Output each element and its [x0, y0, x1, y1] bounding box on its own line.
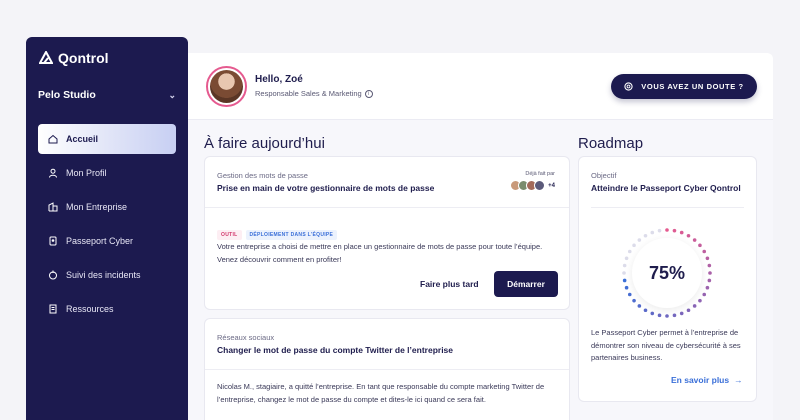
task-title: Changer le mot de passe du compte Twitte…: [217, 345, 454, 355]
app-name: Qontrol: [58, 50, 109, 66]
doubt-button[interactable]: VOUS AVEZ UN DOUTE ?: [611, 74, 757, 99]
divider: [205, 369, 569, 370]
task-card: Gestion des mots de passe Prise en main …: [204, 156, 570, 310]
avatar-image: [210, 70, 243, 103]
help-icon: [624, 82, 633, 91]
sidebar-item-label: Ressources: [66, 304, 114, 314]
user-role: Responsable Sales & Marketing i: [255, 89, 373, 98]
start-button[interactable]: Démarrer: [494, 271, 558, 297]
main-content: Hello, Zoé Responsable Sales & Marketing…: [188, 53, 773, 420]
avatar: [534, 180, 546, 191]
user-role-label: Responsable Sales & Marketing: [255, 89, 362, 98]
task-description: Votre entreprise a choisi de mettre en p…: [217, 242, 543, 264]
header: Hello, Zoé Responsable Sales & Marketing…: [188, 53, 773, 120]
alert-icon: [48, 270, 58, 280]
learn-more-link[interactable]: En savoir plus →: [671, 375, 743, 385]
task-card: Réseaux sociaux Changer le mot de passe …: [204, 318, 570, 420]
info-icon[interactable]: i: [364, 89, 373, 98]
roadmap-card: Objectif Atteindre le Passeport Cyber Qo…: [578, 156, 757, 402]
logo-icon: [39, 51, 53, 64]
task-category: Réseaux sociaux: [217, 333, 275, 342]
book-icon: [48, 304, 58, 314]
building-icon: [48, 202, 58, 212]
badge-tool: OUTIL: [217, 230, 242, 240]
done-by-more: +4: [548, 182, 555, 189]
sidebar-item-accueil[interactable]: Accueil: [38, 124, 176, 154]
sidebar: Qontrol Pelo Studio ⌄ Accueil Mon Profil…: [26, 37, 188, 420]
passport-icon: [48, 236, 58, 246]
user-icon: [48, 168, 58, 178]
divider: [591, 207, 744, 208]
greeting: Hello, Zoé: [255, 74, 303, 85]
roadmap-description: Le Passeport Cyber permet à l’entreprise…: [591, 328, 741, 362]
sidebar-item-suivi-incidents[interactable]: Suivi des incidents: [38, 260, 176, 290]
sidebar-item-mon-entreprise[interactable]: Mon Entreprise: [38, 192, 176, 222]
org-selector[interactable]: Pelo Studio ⌄: [38, 89, 176, 101]
done-by-label: Déjà fait par: [525, 171, 555, 177]
sidebar-nav: Accueil Mon Profil Mon Entreprise Passep…: [38, 124, 176, 328]
learn-more-label: En savoir plus: [671, 375, 730, 385]
task-category: Gestion des mots de passe: [217, 171, 308, 180]
progress-gauge: 75%: [617, 223, 717, 323]
objective-label: Objectif: [591, 171, 617, 180]
badges: OUTIL DÉPLOIEMENT DANS L'ÉQUIPE: [217, 223, 338, 241]
app-logo[interactable]: Qontrol: [39, 50, 109, 66]
sidebar-item-passeport-cyber[interactable]: Passeport Cyber: [38, 226, 176, 256]
done-by-avatars: +4: [510, 180, 555, 191]
today-title: À faire aujourd’hui: [204, 135, 325, 152]
done-by: Déjà fait par +4: [510, 171, 555, 191]
badge-deployment: DÉPLOIEMENT DANS L'ÉQUIPE: [245, 230, 338, 240]
sidebar-item-label: Accueil: [66, 134, 99, 144]
doubt-button-label: VOUS AVEZ UN DOUTE ?: [641, 82, 744, 91]
org-name: Pelo Studio: [38, 89, 96, 101]
arrow-right-icon: →: [734, 375, 743, 385]
sidebar-item-mon-profil[interactable]: Mon Profil: [38, 158, 176, 188]
sidebar-item-ressources[interactable]: Ressources: [38, 294, 176, 324]
later-button[interactable]: Faire plus tard: [420, 279, 479, 289]
sidebar-item-label: Suivi des incidents: [66, 270, 141, 280]
roadmap-title: Roadmap: [578, 135, 644, 152]
divider: [205, 207, 569, 208]
sidebar-item-label: Passeport Cyber: [66, 236, 134, 246]
task-title: Prise en main de votre gestionnaire de m…: [217, 183, 435, 193]
home-icon: [48, 134, 58, 144]
progress-value: 75%: [648, 262, 686, 283]
task-description: Nicolas M., stagiaire, a quitté l’entrep…: [217, 382, 545, 404]
sidebar-item-label: Mon Profil: [66, 168, 107, 178]
objective-title: Atteindre le Passeport Cyber Qontrol: [591, 183, 741, 193]
avatar[interactable]: [206, 66, 247, 107]
sidebar-item-label: Mon Entreprise: [66, 202, 128, 212]
chevron-down-icon: ⌄: [168, 89, 176, 100]
